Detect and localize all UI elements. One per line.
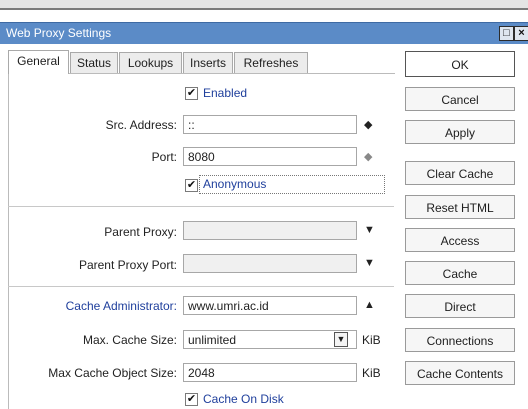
max-cache-object-size-label: Max Cache Object Size: — [48, 366, 177, 380]
max-cache-size-field[interactable]: unlimited — [183, 330, 357, 349]
divider — [8, 286, 394, 287]
divider — [8, 206, 394, 207]
tab-refreshes[interactable]: Refreshes — [234, 52, 308, 73]
tab-lookups[interactable]: Lookups — [119, 52, 182, 73]
cache-administrator-label: Cache Administrator: — [65, 299, 177, 313]
cache-on-disk-label: Cache On Disk — [203, 392, 284, 406]
anonymous-label: Anonymous — [199, 175, 385, 194]
parent-proxy-port-label: Parent Proxy Port: — [78, 258, 177, 272]
port-field[interactable]: 8080 — [183, 147, 357, 166]
parent-proxy-label: Parent Proxy: — [104, 225, 177, 239]
src-address-label: Src. Address: — [105, 118, 177, 132]
connections-button[interactable]: Connections — [405, 328, 515, 352]
max-cache-object-size-unit: KiB — [362, 366, 381, 380]
max-cache-object-size-field[interactable]: 2048 — [183, 363, 357, 382]
port-label: Port: — [151, 150, 177, 164]
dropdown-icon[interactable]: ▼ — [364, 224, 375, 236]
apply-button[interactable]: Apply — [405, 120, 515, 144]
enabled-checkbox[interactable]: ✔ — [185, 87, 198, 100]
close-button[interactable]: × — [514, 26, 528, 41]
src-address-field[interactable]: :: — [183, 115, 357, 134]
cache-button[interactable]: Cache — [405, 261, 515, 285]
window-title: Web Proxy Settings — [6, 26, 112, 40]
access-button[interactable]: Access — [405, 228, 515, 252]
reset-html-button[interactable]: Reset HTML — [405, 195, 515, 219]
cancel-button[interactable]: Cancel — [405, 87, 515, 111]
max-cache-size-label: Max. Cache Size: — [82, 333, 177, 347]
dropdown-icon[interactable]: ▼ — [364, 257, 375, 269]
enabled-label: Enabled — [203, 86, 248, 100]
tab-status[interactable]: Status — [70, 52, 118, 73]
cache-contents-button[interactable]: Cache Contents — [405, 361, 515, 385]
cache-administrator-field[interactable]: www.umri.ac.id — [183, 296, 357, 315]
collapse-icon[interactable]: ▲ — [364, 299, 375, 311]
tab-general[interactable]: General — [8, 50, 69, 74]
background-window-strip — [0, 0, 528, 10]
spin-down-icon[interactable]: ▼ — [334, 332, 348, 347]
updown-icon[interactable]: ◆ — [364, 150, 372, 163]
parent-proxy-field[interactable] — [183, 221, 357, 240]
clear-cache-button[interactable]: Clear Cache — [405, 161, 515, 185]
window-titlebar[interactable]: Web Proxy Settings □ × — [0, 22, 528, 44]
max-cache-size-unit: KiB — [362, 333, 381, 347]
ok-button[interactable]: OK — [405, 51, 515, 77]
tab-inserts[interactable]: Inserts — [183, 52, 233, 73]
cache-on-disk-checkbox[interactable]: ✔ — [185, 393, 198, 406]
updown-icon[interactable]: ◆ — [364, 118, 372, 131]
parent-proxy-port-field[interactable] — [183, 254, 357, 273]
anonymous-checkbox[interactable]: ✔ — [185, 179, 198, 192]
direct-button[interactable]: Direct — [405, 294, 515, 318]
restore-button[interactable]: □ — [499, 26, 514, 41]
